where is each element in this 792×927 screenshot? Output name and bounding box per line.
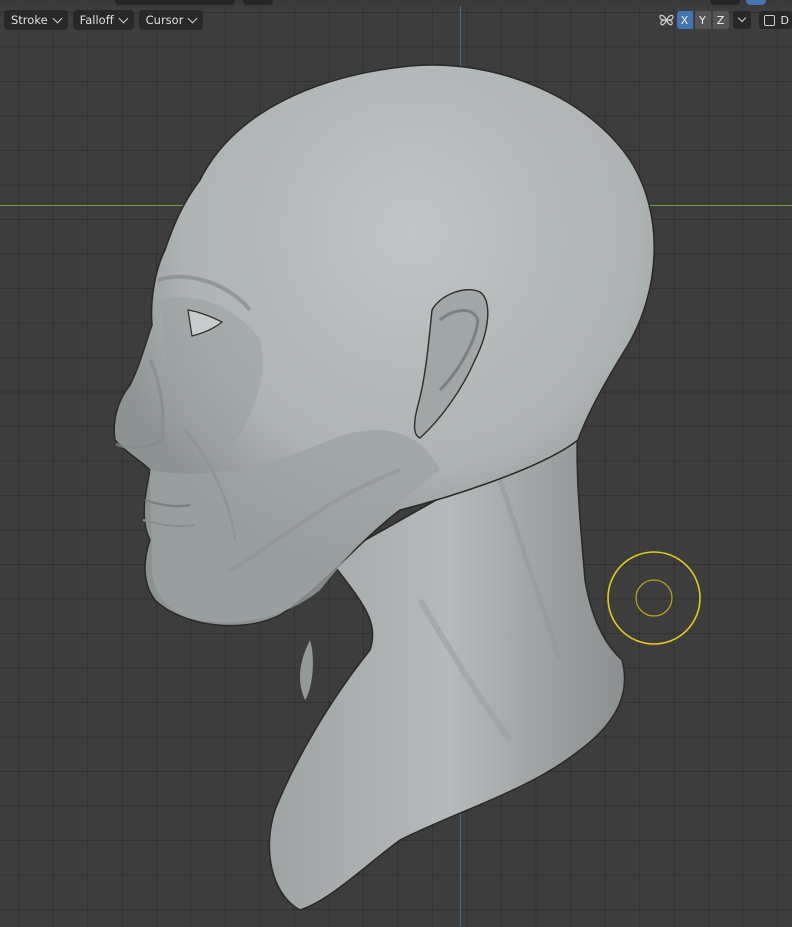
cursor-menu-label: Cursor bbox=[145, 13, 184, 27]
chevron-down-icon bbox=[52, 13, 63, 23]
dyntopo-label: D bbox=[780, 13, 789, 27]
3d-viewport[interactable] bbox=[0, 0, 792, 927]
chevron-down-icon bbox=[737, 13, 746, 23]
dyntopo-toggle[interactable]: D bbox=[758, 11, 792, 29]
mirror-x-toggle[interactable]: X bbox=[676, 11, 693, 29]
mirror-y-toggle[interactable]: Y bbox=[694, 11, 711, 29]
dyntopo-checkbox[interactable] bbox=[763, 14, 775, 26]
mirror-z-toggle[interactable]: Z bbox=[712, 11, 729, 29]
symmetry-options-dropdown[interactable] bbox=[732, 11, 751, 29]
mirror-symmetry-group: X Y Z D bbox=[658, 11, 792, 29]
falloff-menu-label: Falloff bbox=[79, 13, 114, 27]
butterfly-symmetry-icon bbox=[658, 11, 675, 29]
sculpt-mesh-head[interactable] bbox=[0, 0, 792, 927]
cursor-menu-button[interactable]: Cursor bbox=[138, 10, 204, 30]
stroke-menu-label: Stroke bbox=[11, 13, 48, 27]
chevron-down-icon bbox=[187, 13, 198, 23]
stroke-menu-button[interactable]: Stroke bbox=[4, 10, 68, 30]
falloff-menu-button[interactable]: Falloff bbox=[72, 10, 134, 30]
chevron-down-icon bbox=[118, 13, 129, 23]
brush-cursor-circle bbox=[607, 551, 701, 645]
sculpt-header-toolbar: Stroke Falloff Cursor bbox=[4, 10, 204, 30]
